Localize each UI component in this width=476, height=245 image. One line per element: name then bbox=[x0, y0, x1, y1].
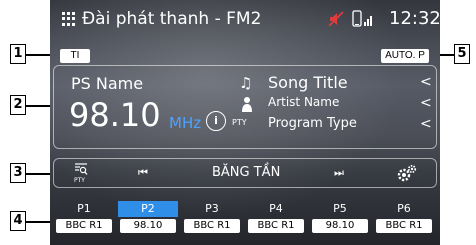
preset-number: P1 bbox=[77, 202, 91, 215]
artist-name-chevron-icon[interactable]: < bbox=[420, 95, 432, 111]
apps-grid-icon[interactable] bbox=[62, 12, 76, 26]
preset-button-6[interactable]: P6 BBC R1 bbox=[374, 201, 434, 241]
program-type: Program Type bbox=[268, 116, 357, 131]
program-type-chevron-icon[interactable]: < bbox=[420, 116, 432, 132]
phone-signal-icon bbox=[352, 10, 372, 27]
band-button[interactable]: BĂNG TẦN bbox=[212, 165, 280, 180]
callout-3: 3 bbox=[10, 163, 26, 183]
song-title: Song Title bbox=[268, 73, 348, 92]
preset-button-4[interactable]: P4 BBC R1 bbox=[246, 201, 306, 241]
preset-number: P6 bbox=[397, 202, 411, 215]
seek-next-button[interactable]: ⏭ bbox=[334, 166, 344, 180]
radio-screen: Đài phát thanh - FM2 12:32 TI AUTO. P PS… bbox=[50, 0, 440, 245]
preset-number: P5 bbox=[333, 202, 347, 215]
speaker-mute-icon bbox=[328, 11, 344, 27]
seek-previous-button[interactable]: ⏮ bbox=[138, 166, 148, 180]
station-info-panel: PS Name 98.10 MHz i PTY ♫ Song Title Art… bbox=[53, 65, 437, 149]
preset-button-3[interactable]: P3 BBC R1 bbox=[182, 201, 242, 241]
artist-icon bbox=[242, 97, 252, 112]
frequency-display: 98.10 bbox=[69, 96, 161, 134]
pty-label: PTY bbox=[232, 118, 247, 127]
preset-number: P3 bbox=[205, 202, 219, 215]
preset-number: P2 bbox=[118, 201, 178, 217]
search-pty-button[interactable]: PTY bbox=[74, 162, 88, 184]
preset-button-2[interactable]: P2 98.10 bbox=[118, 201, 178, 241]
preset-value: BBC R1 bbox=[248, 219, 304, 233]
preset-button-1[interactable]: P1 BBC R1 bbox=[54, 201, 114, 241]
preset-value: 98.10 bbox=[120, 219, 176, 233]
preset-value: BBC R1 bbox=[376, 219, 432, 233]
control-bar: PTY ⏮ BĂNG TẦN ⏭ bbox=[53, 158, 437, 188]
music-note-icon: ♫ bbox=[239, 74, 253, 92]
search-pty-label: PTY bbox=[74, 177, 85, 184]
preset-number: P4 bbox=[269, 202, 283, 215]
clock: 12:32 bbox=[389, 8, 440, 29]
page-title: Đài phát thanh - FM2 bbox=[82, 9, 262, 29]
settings-gear-icon[interactable] bbox=[396, 163, 418, 183]
callout-1: 1 bbox=[10, 44, 26, 64]
auto-p-badge: AUTO. P bbox=[381, 49, 429, 63]
search-list-icon bbox=[75, 163, 88, 175]
info-button[interactable]: i bbox=[206, 111, 226, 131]
callout-4: 4 bbox=[10, 211, 26, 231]
callout-2: 2 bbox=[10, 95, 26, 115]
artist-name: Artist Name bbox=[268, 95, 340, 109]
callout-5: 5 bbox=[454, 44, 470, 64]
preset-list: P1 BBC R1 P2 98.10 P3 BBC R1 P4 BBC R1 P… bbox=[54, 201, 438, 241]
frequency-unit: MHz bbox=[169, 114, 202, 132]
ti-badge: TI bbox=[60, 49, 90, 63]
song-title-chevron-icon[interactable]: < bbox=[420, 74, 432, 90]
preset-value: BBC R1 bbox=[184, 219, 240, 233]
ps-name: PS Name bbox=[71, 74, 144, 93]
preset-button-5[interactable]: P5 98.10 bbox=[310, 201, 370, 241]
preset-value: 98.10 bbox=[312, 219, 368, 233]
status-bar: Đài phát thanh - FM2 12:32 bbox=[50, 0, 440, 38]
preset-value: BBC R1 bbox=[56, 219, 112, 233]
